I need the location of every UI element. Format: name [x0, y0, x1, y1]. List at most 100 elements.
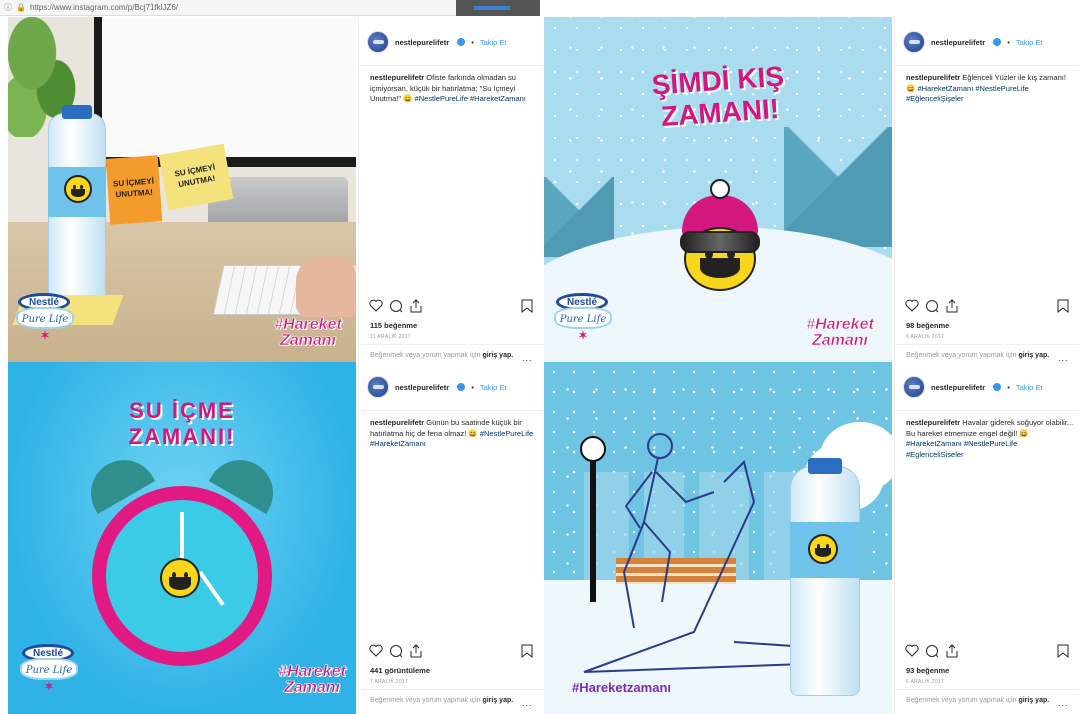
more-options-button[interactable]: ... [522, 698, 533, 708]
separator-dot: • [1007, 382, 1010, 392]
browser-toolbar-button[interactable] [456, 0, 540, 16]
caption-hashtags[interactable]: #HareketZamanı #NestlePureLife #Eğlencel… [906, 84, 1029, 104]
divider [359, 410, 545, 411]
login-link[interactable]: giriş yap. [1018, 697, 1049, 704]
hat-pompom [710, 179, 730, 199]
post-image-office[interactable]: SU İÇMEYİ UNUTMA! SU İÇMEYİ UNUTMA! Nest… [8, 17, 356, 369]
heart-icon[interactable] [905, 299, 919, 314]
username-link[interactable]: nestlepurelifetr [395, 38, 449, 47]
pine-trees-right [784, 127, 892, 247]
action-bar [369, 299, 539, 315]
verified-badge-icon [993, 38, 1002, 46]
divider [359, 65, 545, 66]
username-link[interactable]: nestlepurelifetr [931, 383, 985, 392]
verified-badge-icon [457, 383, 466, 391]
follow-button[interactable]: Takip Et [480, 38, 507, 47]
post-sidebar: nestlepurelifetr • Takip Et nestlepureli… [358, 17, 545, 369]
treadmill-runner-outline [574, 432, 806, 682]
follow-button[interactable]: Takip Et [1016, 383, 1043, 392]
separator-dot: • [471, 382, 474, 392]
bookmark-icon[interactable] [521, 299, 533, 315]
share-icon[interactable] [945, 644, 959, 660]
hashtag-overlay: #Hareket Zamanı [274, 316, 342, 349]
share-icon[interactable] [409, 299, 423, 315]
post-image-clock[interactable]: SU İÇME ZAMANI! Nestlé Pure Life ✶ #Hare… [8, 362, 356, 714]
post-image-winter[interactable]: ŞİMDİ KIŞ ZAMANI! Nestlé Pure Life ✶ #Ha… [544, 17, 892, 369]
login-link[interactable]: giriş yap. [482, 697, 513, 704]
divider [895, 410, 1079, 411]
username-link[interactable]: nestlepurelifetr [395, 383, 449, 392]
share-icon[interactable] [409, 644, 423, 660]
nestle-pure-life-logo: Nestlé Pure Life ✶ [554, 293, 618, 347]
comment-icon[interactable] [925, 299, 939, 315]
address-bar[interactable]: ⓘ 🔒 https://www.instagram.com/p/Bcj71fkl… [0, 0, 540, 16]
instagram-post-1: SU İÇMEYİ UNUTMA! SU İÇMEYİ UNUTMA! Nest… [8, 17, 545, 369]
post-date: 7 ARALIK 2017 [370, 679, 409, 685]
smiley-face-icon [64, 175, 92, 203]
post-sidebar: nestlepurelifetr • Takip Et nestlepureli… [894, 362, 1079, 714]
comment-prompt: Beğenmek veya yorum yapmak için giriş ya… [906, 697, 1050, 704]
water-bottle [790, 466, 860, 696]
caption-username[interactable]: nestlepurelifetr [370, 73, 424, 82]
post-caption: nestlepurelifetr Ofiste farkında olmadan… [370, 73, 538, 105]
ski-goggles [680, 231, 760, 253]
caption-hashtags[interactable]: #HareketZamanı #NestlePureLife #Eglencel… [906, 439, 1017, 459]
heart-icon[interactable] [369, 299, 383, 314]
verified-badge-icon [457, 38, 466, 46]
share-icon[interactable] [945, 299, 959, 315]
login-link[interactable]: giriş yap. [482, 352, 513, 359]
heart-icon[interactable] [369, 644, 383, 659]
comment-prompt: Beğenmek veya yorum yapmak için giriş ya… [370, 697, 514, 704]
comment-icon[interactable] [389, 644, 403, 660]
hashtag-overlay: #Hareket Zamanı [806, 316, 874, 349]
like-count[interactable]: 93 beğenme [906, 666, 949, 675]
profile-avatar[interactable] [903, 31, 925, 53]
caption-username[interactable]: nestlepurelifetr [370, 418, 424, 427]
separator-dot: • [471, 37, 474, 47]
view-count[interactable]: 441 görüntüleme [370, 666, 430, 675]
bookmark-icon[interactable] [1057, 299, 1069, 315]
follow-button[interactable]: Takip Et [1016, 38, 1043, 47]
post-date: 6 ARALIK 2017 [906, 334, 945, 340]
comment-prompt: Beğenmek veya yorum yapmak için giriş ya… [370, 352, 514, 359]
more-options-button[interactable]: ... [1058, 698, 1069, 708]
caption-username[interactable]: nestlepurelifetr [906, 418, 960, 427]
bookmark-icon[interactable] [1057, 644, 1069, 660]
username-link[interactable]: nestlepurelifetr [931, 38, 985, 47]
instagram-post-2: ŞİMDİ KIŞ ZAMANI! Nestlé Pure Life ✶ #Ha… [544, 17, 1079, 369]
bottle-cap [808, 458, 842, 474]
follow-button[interactable]: Takip Et [480, 383, 507, 392]
headline: SU İÇME ZAMANI! [82, 398, 282, 450]
divider [895, 689, 1079, 690]
post-sidebar: nestlepurelifetr • Takip Et nestlepureli… [894, 17, 1079, 369]
comment-icon[interactable] [389, 299, 403, 315]
heart-icon[interactable] [905, 644, 919, 659]
verified-badge-icon [993, 383, 1002, 391]
profile-avatar[interactable] [903, 376, 925, 398]
like-count[interactable]: 115 beğenme [370, 321, 417, 330]
monitor-screen [94, 17, 356, 167]
post-image-treadmill[interactable]: #Hareketzamanı [544, 362, 892, 714]
lock-icon: 🔒 [16, 3, 26, 12]
url-text: https://www.instagram.com/p/Bcj71fklJZ6/ [29, 3, 179, 12]
profile-avatar[interactable] [367, 31, 389, 53]
caption-hashtags[interactable]: #NestlePureLife #HareketZamanı [415, 94, 526, 103]
bookmark-icon[interactable] [521, 644, 533, 660]
instagram-post-4: #Hareketzamanı nestlepurelifetr • Takip … [544, 362, 1079, 714]
info-icon: ⓘ [4, 3, 12, 12]
action-bar [905, 299, 1075, 315]
nestle-pure-life-logo: Nestlé Pure Life ✶ [20, 644, 84, 698]
action-bar [905, 644, 1075, 660]
caption-username[interactable]: nestlepurelifetr [906, 73, 960, 82]
hand [296, 257, 356, 317]
headline-line-1: SU İÇME [129, 398, 235, 423]
post-caption: nestlepurelifetr Günün bu saatinde küçük… [370, 418, 538, 450]
hashtag-overlay: #Hareket Zamanı [278, 663, 346, 696]
like-count[interactable]: 98 beğenme [906, 321, 949, 330]
divider [359, 344, 545, 345]
post-sidebar: nestlepurelifetr • Takip Et nestlepureli… [358, 362, 545, 714]
comment-icon[interactable] [925, 644, 939, 660]
sticky-note-yellow: SU İÇMEYİ UNUTMA! [158, 143, 234, 211]
profile-avatar[interactable] [367, 376, 389, 398]
login-link[interactable]: giriş yap. [1018, 352, 1049, 359]
